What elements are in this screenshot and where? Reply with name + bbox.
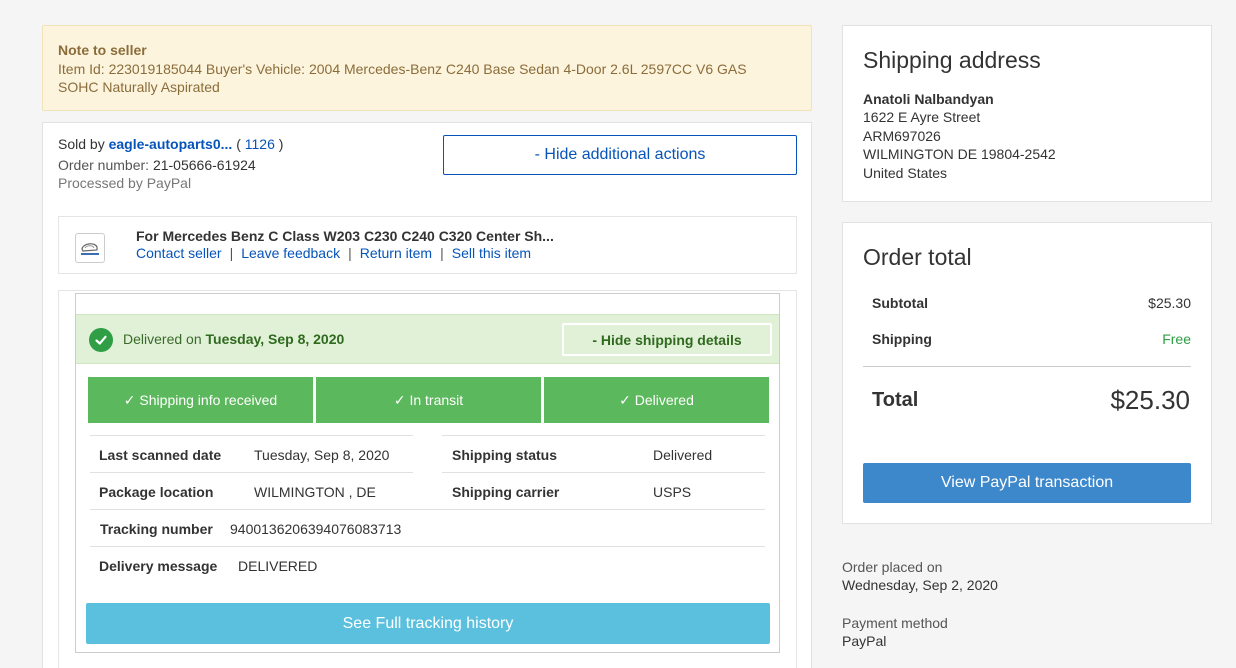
payment-method-value: PayPal [842, 633, 887, 649]
delivery-message-label: Delivery message [99, 558, 218, 574]
car-part-icon [81, 243, 99, 255]
note-body: Item Id: 223019185044 Buyer's Vehicle: 2… [58, 60, 796, 96]
shipping-status-label: Shipping status [452, 447, 557, 463]
divider [442, 435, 765, 436]
divider [90, 472, 413, 473]
last-scanned-value: Tuesday, Sep 8, 2020 [254, 447, 390, 463]
contact-seller-link[interactable]: Contact seller [136, 245, 222, 261]
order-placed-date: Wednesday, Sep 2, 2020 [842, 577, 998, 593]
shipping-carrier-label: Shipping carrier [452, 484, 560, 500]
shipping-address-card: Shipping address Anatoli Nalbandyan 1622… [842, 25, 1212, 202]
total-label: Total [872, 389, 919, 411]
subtotal-label: Subtotal [872, 295, 928, 311]
delivered-date: Tuesday, Sep 8, 2020 [205, 331, 345, 347]
hide-additional-actions-button[interactable]: - Hide additional actions [443, 135, 797, 175]
sell-this-item-link[interactable]: Sell this item [452, 245, 531, 261]
order-total-title: Order total [863, 244, 972, 270]
order-number-label: Order number: [58, 157, 150, 173]
shipping-section: Delivered on Tuesday, Sep 8, 2020 - Hide… [58, 290, 797, 668]
tracking-number-label: Tracking number [100, 521, 213, 537]
feedback-close-paren: ) [278, 136, 284, 152]
step-shipping-info-received: ✓ Shipping info received [88, 377, 313, 423]
payment-method-label: Payment method [842, 615, 948, 631]
step-in-transit: ✓ In transit [316, 377, 541, 423]
last-scanned-label: Last scanned date [99, 447, 222, 463]
tracking-number-value: 9400136206394076083713 [230, 521, 402, 537]
full-tracking-history-button[interactable]: See Full tracking history [86, 603, 770, 644]
total-value: $25.30 [1110, 385, 1190, 415]
package-location-label: Package location [99, 484, 214, 500]
address-country: United States [863, 164, 948, 181]
delivered-prefix: Delivered on [123, 331, 202, 347]
delivered-banner: Delivered on Tuesday, Sep 8, 2020 - Hide… [76, 314, 779, 364]
shipping-carrier-value: USPS [653, 484, 692, 500]
order-card: Sold by eagle-autoparts0... ( 1126 ) Ord… [42, 122, 812, 668]
seller-feedback-count[interactable]: 1126 [245, 136, 275, 152]
sold-by: Sold by eagle-autoparts0... ( 1126 ) [58, 135, 283, 153]
item-actions: Contact seller | Leave feedback | Return ite… [136, 245, 531, 261]
order-number-value: 21-05666-61924 [152, 157, 256, 173]
leave-feedback-link[interactable]: Leave feedback [241, 245, 340, 261]
shipping-address-lines: Anatoli Nalbandyan 1622 E Ayre Street AR… [863, 90, 1056, 182]
total-divider [863, 366, 1191, 367]
note-title: Note to seller [58, 42, 147, 58]
link-separator: | [348, 245, 352, 261]
divider [90, 435, 413, 436]
order-number: Order number: 21-05666-61924 [58, 157, 256, 173]
shipping-label: Shipping [872, 331, 932, 347]
link-separator: | [229, 245, 234, 261]
sold-by-label: Sold by [58, 136, 105, 152]
seller-link[interactable]: eagle-autoparts0... [109, 136, 233, 152]
divider [90, 546, 765, 547]
shipping-details-panel: Delivered on Tuesday, Sep 8, 2020 - Hide… [75, 293, 780, 653]
subtotal-value: $25.30 [1148, 295, 1191, 311]
item-thumbnail[interactable] [75, 233, 105, 263]
order-placed: Order placed on Wednesday, Sep 2, 2020 [842, 558, 998, 594]
address-line-2: ARM697026 [863, 127, 941, 144]
shipping-value: Free [1162, 331, 1191, 347]
recipient-name: Anatoli Nalbandyan [863, 91, 994, 107]
link-separator: | [440, 245, 444, 261]
note-line-2: SOHC Naturally Aspirated [58, 79, 220, 95]
shipping-status-value: Delivered [653, 447, 713, 463]
shipping-address-title: Shipping address [863, 47, 1041, 73]
order-total-card: Order total Subtotal $25.30 Shipping Fre… [842, 222, 1212, 524]
view-paypal-transaction-button[interactable]: View PayPal transaction [863, 463, 1191, 503]
address-street: 1622 E Ayre Street [863, 109, 981, 126]
step-delivered: ✓ Delivered [544, 377, 769, 423]
check-circle-icon [89, 328, 113, 352]
address-city: WILMINGTON DE 19804-2542 [863, 146, 1056, 163]
item-row: For Mercedes Benz C Class W203 C230 C240… [58, 216, 797, 274]
order-placed-label: Order placed on [842, 559, 943, 575]
feedback-open-paren: ( [236, 136, 241, 152]
divider [90, 509, 765, 510]
note-line-1: Item Id: 223019185044 Buyer's Vehicle: 2… [58, 61, 747, 77]
divider [442, 472, 765, 473]
shipping-progress: ✓ Shipping info received ✓ In transit ✓ … [88, 377, 769, 423]
hide-shipping-details-button[interactable]: - Hide shipping details [562, 323, 772, 356]
processed-by: Processed by PayPal [58, 175, 192, 191]
item-title[interactable]: For Mercedes Benz C Class W203 C230 C240… [136, 228, 554, 244]
note-to-seller: Note to seller Item Id: 223019185044 Buy… [42, 25, 812, 111]
payment-method: Payment method PayPal [842, 614, 948, 650]
delivered-status: Delivered on Tuesday, Sep 8, 2020 [123, 331, 344, 347]
package-location-value: WILMINGTON , DE [254, 484, 376, 500]
delivery-message-value: DELIVERED [238, 558, 318, 574]
return-item-link[interactable]: Return item [360, 245, 432, 261]
